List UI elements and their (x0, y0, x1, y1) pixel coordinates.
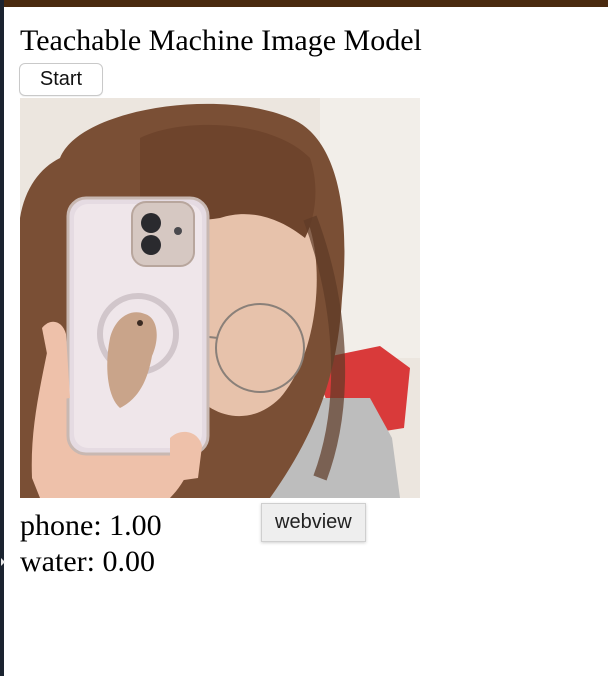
window-top-bar (0, 0, 608, 7)
window-left-edge (0, 0, 4, 676)
webcam-canvas (20, 98, 420, 498)
prediction-row-water: water: 0.00 (20, 545, 155, 578)
collapse-caret-icon[interactable] (1, 558, 5, 566)
prediction-row-phone: phone: 1.00 (20, 509, 162, 542)
start-button[interactable]: Start (19, 63, 103, 96)
webview-tooltip: webview (261, 503, 366, 542)
prediction-probability: 0.00 (102, 545, 155, 578)
webcam-image (20, 98, 420, 498)
prediction-probability: 1.00 (109, 509, 162, 542)
prediction-class: phone (20, 509, 94, 542)
page-title: Teachable Machine Image Model (20, 24, 422, 57)
prediction-list: phone: 1.00 water: 0.00 (20, 508, 162, 580)
prediction-class: water (20, 545, 87, 578)
page-content: Teachable Machine Image Model Start phon… (19, 22, 600, 578)
